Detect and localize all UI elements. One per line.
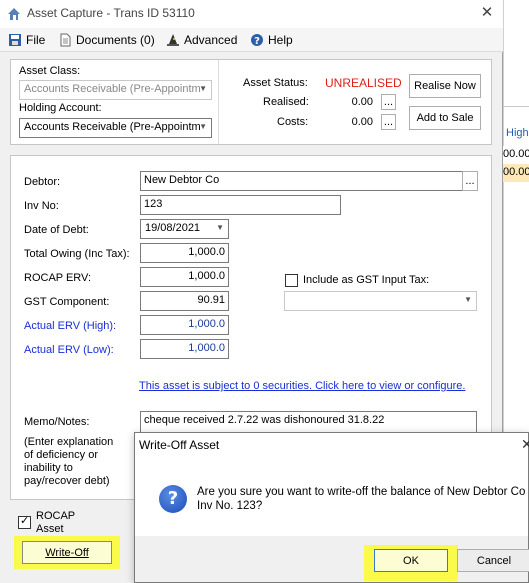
- holding-account-select[interactable]: Accounts Receivable (Pre-Appointm ▼: [19, 118, 212, 138]
- document-icon: [58, 33, 72, 47]
- realised-value: 0.00: [351, 96, 373, 108]
- rocap-erv-field[interactable]: 1,000.0: [140, 267, 229, 287]
- panel-divider: [218, 60, 219, 144]
- rocap-asset-label: ROCAP Asset: [36, 510, 75, 535]
- write-off-label: Write-Off: [45, 546, 89, 559]
- add-to-sale-button[interactable]: Add to Sale: [409, 106, 481, 130]
- realised-label: Realised:: [263, 96, 309, 108]
- actual-erv-low-field[interactable]: 1,000.0: [140, 339, 229, 359]
- chevron-down-icon: ▼: [199, 122, 207, 131]
- asset-status-label: Asset Status:: [243, 77, 308, 89]
- include-gst-label: Include as GST Input Tax:: [303, 274, 430, 286]
- gst-input-tax-select[interactable]: ▼: [284, 291, 477, 311]
- menu-help-label: Help: [268, 33, 293, 47]
- chevron-down-icon: ▼: [199, 84, 207, 93]
- background-divider: [503, 106, 529, 107]
- dialog-message: Are you sure you want to write-off the b…: [197, 486, 526, 512]
- realise-now-button[interactable]: Realise Now: [409, 74, 481, 98]
- memo-hint: (Enter explanation of deficiency or inab…: [24, 436, 114, 487]
- menu-documents[interactable]: Documents (0): [58, 31, 155, 49]
- debtor-field[interactable]: New Debtor Co: [140, 171, 463, 191]
- dialog-title: Write-Off Asset: [139, 438, 220, 452]
- include-gst-checkbox[interactable]: [285, 274, 298, 287]
- close-icon[interactable]: ✕: [478, 3, 496, 23]
- debtor-ellipsis-button[interactable]: ...: [462, 171, 478, 191]
- costs-value: 0.00: [351, 116, 373, 128]
- chevron-down-icon: ▼: [216, 223, 224, 232]
- menu-bar: File Documents (0) Advanced ? Help: [0, 28, 503, 52]
- dialog-footer: OK Cancel: [135, 536, 529, 582]
- question-icon: ?: [159, 485, 187, 513]
- date-of-debt-picker[interactable]: 19/08/2021 ▼: [140, 219, 229, 239]
- asset-panel: Asset Class: Accounts Receivable (Pre-Ap…: [10, 59, 492, 145]
- chevron-down-icon: ▼: [464, 295, 472, 304]
- help-icon: ?: [250, 33, 264, 47]
- write-off-button[interactable]: Write-Off: [22, 541, 112, 564]
- menu-documents-label: Documents (0): [76, 33, 155, 47]
- menu-file[interactable]: File: [8, 31, 45, 49]
- asset-class-select[interactable]: Accounts Receivable (Pre-Appointm ▼: [19, 80, 212, 100]
- menu-file-label: File: [26, 33, 46, 47]
- background-value-1: 00.00: [503, 146, 529, 164]
- memo-field[interactable]: cheque received 2.7.22 was dishonoured 3…: [140, 411, 477, 433]
- inv-no-label: Inv No:: [24, 200, 59, 212]
- actual-erv-high-field[interactable]: 1,000.0: [140, 315, 229, 335]
- costs-label: Costs:: [277, 116, 309, 128]
- memo-label: Memo/Notes:: [24, 416, 90, 428]
- date-of-debt-label: Date of Debt:: [24, 224, 89, 236]
- menu-advanced-label: Advanced: [184, 33, 238, 47]
- gst-component-label: GST Component:: [24, 296, 110, 308]
- securities-link[interactable]: This asset is subject to 0 securities. C…: [139, 380, 465, 392]
- rocap-asset-checkbox[interactable]: ✓: [18, 515, 31, 529]
- save-icon: [8, 33, 22, 47]
- window-title: Asset Capture - Trans ID 53110: [27, 6, 195, 20]
- svg-text:?: ?: [254, 36, 260, 47]
- debtor-label: Debtor:: [24, 176, 61, 188]
- menu-help[interactable]: ? Help: [250, 31, 293, 49]
- costs-ellipsis-button[interactable]: ...: [381, 114, 396, 130]
- total-owing-label: Total Owing (Inc Tax):: [24, 248, 130, 260]
- gst-component-field[interactable]: 90.91: [140, 291, 229, 311]
- rocap-erv-label: ROCAP ERV:: [24, 272, 92, 284]
- check-icon: ✓: [20, 515, 30, 527]
- background-value-2: 00.00: [503, 164, 529, 182]
- inv-no-field[interactable]: 123: [140, 195, 341, 215]
- total-owing-field[interactable]: 1,000.0: [140, 243, 229, 263]
- asset-status-value: UNREALISED: [325, 76, 402, 90]
- wizard-hat-icon: [166, 33, 180, 47]
- asset-class-label: Asset Class:: [19, 65, 81, 77]
- menu-advanced[interactable]: Advanced: [166, 31, 237, 49]
- write-off-dialog: Write-Off Asset ✕ ? Are you sure you wan…: [134, 432, 529, 583]
- background-high-label: High: [506, 127, 529, 139]
- realised-ellipsis-button[interactable]: ...: [381, 94, 396, 110]
- actual-erv-high-label: Actual ERV (High):: [24, 320, 117, 332]
- close-icon[interactable]: ✕: [521, 436, 529, 453]
- cancel-button[interactable]: Cancel: [457, 549, 529, 572]
- title-bar: Asset Capture - Trans ID 53110 ✕: [0, 0, 503, 28]
- date-of-debt-value: 19/08/2021: [145, 222, 201, 234]
- ok-button[interactable]: OK: [374, 549, 448, 572]
- actual-erv-low-label: Actual ERV (Low):: [24, 344, 114, 356]
- home-icon: [6, 6, 22, 22]
- holding-account-value: Accounts Receivable (Pre-Appointm: [24, 121, 201, 133]
- asset-class-value: Accounts Receivable (Pre-Appointm: [24, 83, 201, 95]
- holding-account-label: Holding Account:: [19, 102, 102, 114]
